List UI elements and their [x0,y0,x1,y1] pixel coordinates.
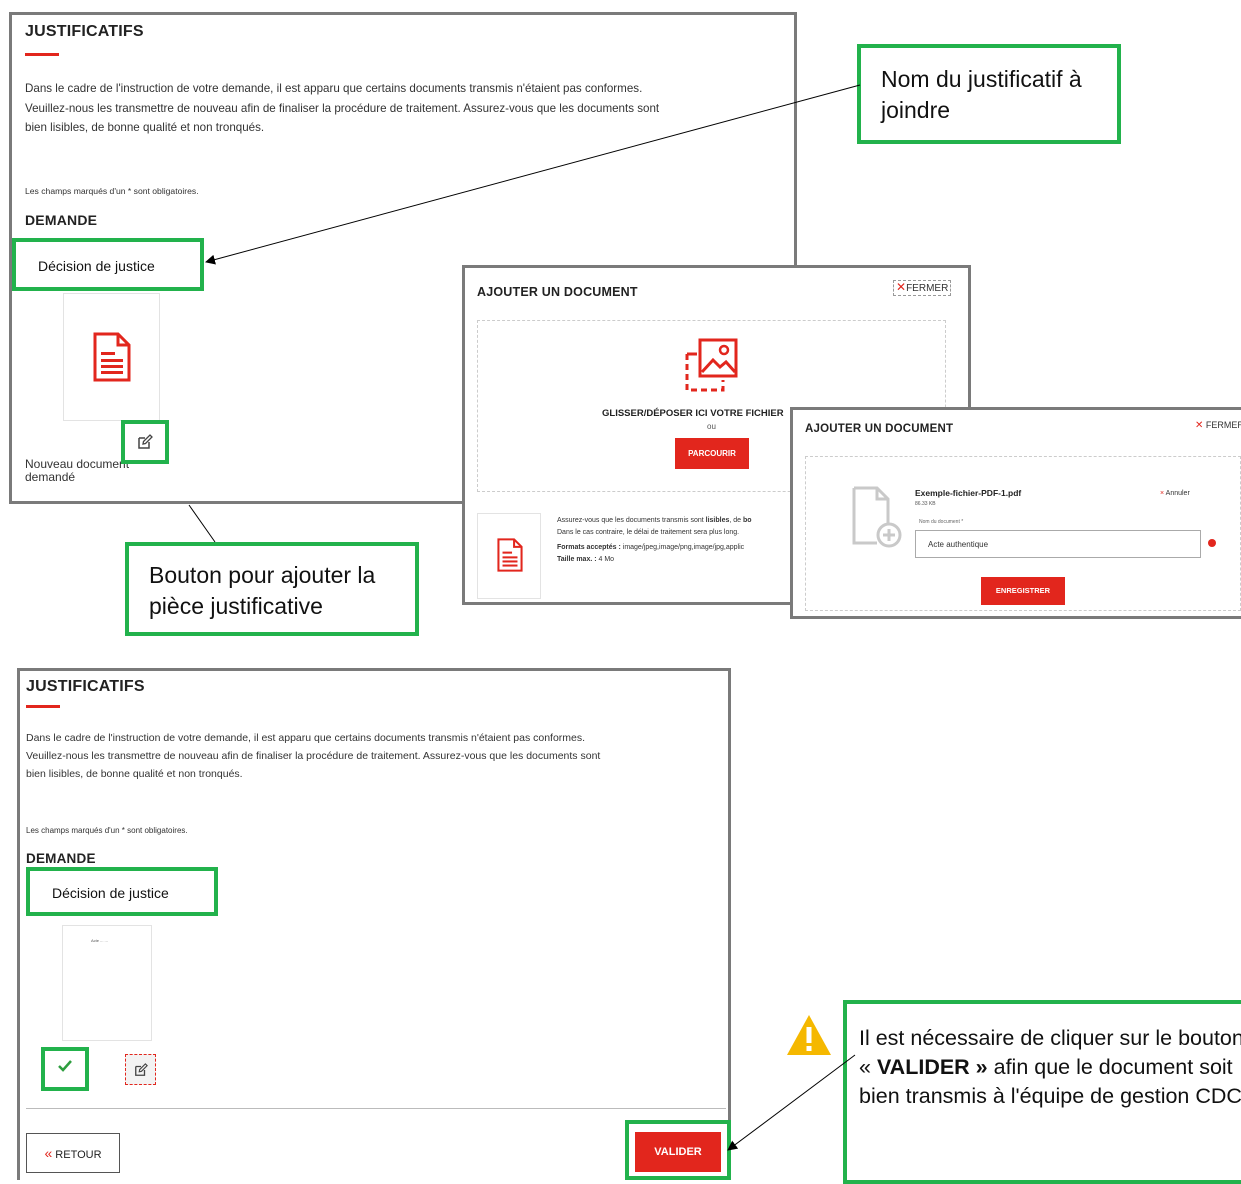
arrow-valider [727,1054,856,1151]
arrow-nom-justificatif [205,84,861,265]
connector-arrows [188,84,861,1151]
line-bouton-ajouter [188,504,216,543]
